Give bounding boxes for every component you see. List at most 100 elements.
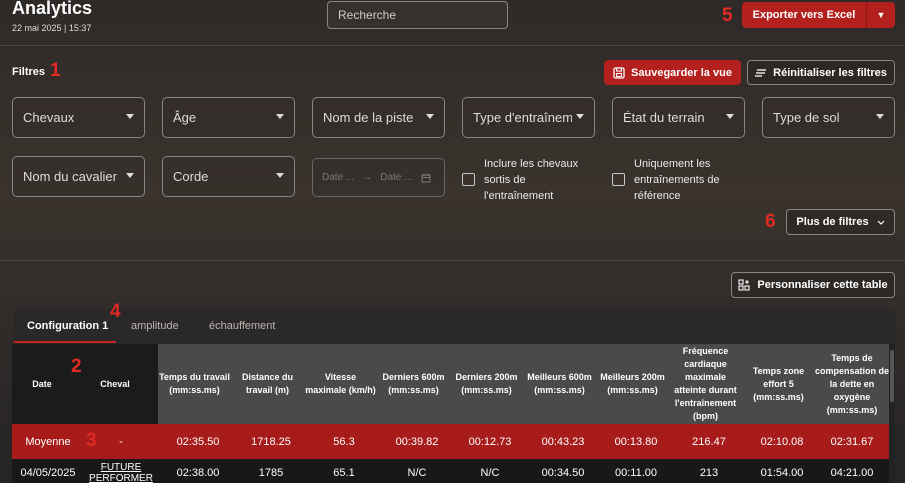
table-cell: 00:34.50 bbox=[541, 467, 585, 479]
annotation-marker-6: 6 bbox=[765, 211, 776, 232]
filter-lines-icon bbox=[755, 68, 767, 77]
table-cell: 00:39.82 bbox=[395, 435, 439, 448]
annotation-marker-3: 3 bbox=[86, 430, 97, 451]
table-scrollbar-thumb[interactable] bbox=[890, 350, 894, 402]
table-cell: 56.3 bbox=[333, 435, 355, 448]
select-etat-terrain[interactable]: État du terrain bbox=[612, 97, 745, 138]
column-header[interactable]: Temps du travail (mm:ss.ms) bbox=[158, 344, 231, 424]
caret-down-icon bbox=[426, 114, 434, 119]
column-header[interactable]: Temps zone effort 5 (mm:ss.ms) bbox=[742, 344, 815, 424]
select-chevaux[interactable]: Chevaux bbox=[12, 97, 145, 138]
select-label: Corde bbox=[173, 169, 209, 184]
page-datetime: 22 mai 2025 | 15:37 bbox=[12, 23, 92, 33]
calendar-icon bbox=[421, 173, 430, 182]
table-cell: 02:35.50 bbox=[176, 435, 220, 448]
table-cell: 00:11.00 bbox=[614, 467, 657, 479]
reset-filters-label: Réinitialiser les filtres bbox=[773, 66, 887, 79]
table-cell: 00:13.80 bbox=[614, 435, 658, 448]
column-header[interactable]: Fréquence cardiaque maximale atteinte du… bbox=[669, 344, 742, 424]
table-cell: 01:54.00 bbox=[760, 467, 804, 479]
annotation-marker-2: 2 bbox=[71, 356, 82, 377]
table-cell: 02:31.67 bbox=[830, 435, 874, 448]
column-header[interactable]: Meilleurs 600m (mm:ss.ms) bbox=[523, 344, 596, 424]
tab-configuration-1[interactable]: Configuration 1 bbox=[27, 320, 108, 332]
select-type-sol[interactable]: Type de sol bbox=[762, 97, 895, 138]
select-label: Nom de la piste bbox=[323, 110, 414, 125]
select-label: Âge bbox=[173, 110, 197, 125]
caret-down-icon bbox=[276, 173, 284, 178]
select-label: État du terrain bbox=[623, 110, 705, 125]
header-divider bbox=[0, 45, 905, 46]
table-cell: 1785 bbox=[258, 467, 284, 479]
table-cell: N/C bbox=[407, 467, 427, 479]
caret-down-icon bbox=[126, 173, 134, 178]
table-cell: 65.1 bbox=[333, 467, 355, 479]
chevron-down-icon bbox=[877, 220, 884, 225]
annotation-marker-1: 1 bbox=[50, 60, 61, 81]
table-cell: 02:10.08 bbox=[760, 435, 804, 448]
select-label: Chevaux bbox=[23, 110, 75, 125]
table-cell: 04:21.00 bbox=[830, 467, 874, 479]
caret-down-icon bbox=[876, 114, 884, 119]
column-header[interactable]: Distance du travail (m) bbox=[231, 344, 304, 424]
export-excel-button[interactable]: Exporter vers Excel bbox=[742, 2, 866, 28]
table-cell: 1718.25 bbox=[251, 435, 291, 448]
column-header[interactable]: Derniers 200m (mm:ss.ms) bbox=[450, 344, 523, 424]
caret-down-icon bbox=[576, 114, 584, 119]
table-cell: 216.47 bbox=[692, 435, 726, 448]
annotation-marker-4: 4 bbox=[110, 301, 121, 322]
select-age[interactable]: Âge bbox=[162, 97, 295, 138]
save-view-button[interactable]: Sauvegarder la vue bbox=[604, 60, 741, 85]
column-header[interactable]: Meilleurs 200m (mm:ss.ms) bbox=[596, 344, 669, 424]
table-cell: 02:38.00 bbox=[176, 467, 220, 479]
date-end-field[interactable]: Date ... bbox=[380, 172, 412, 183]
search-input[interactable] bbox=[327, 1, 508, 29]
tab-echauffement[interactable]: échauffement bbox=[209, 320, 275, 332]
customize-table-label: Personnaliser cette table bbox=[757, 279, 888, 291]
floppy-disk-icon bbox=[613, 66, 625, 79]
reference-only-label: Uniquement les entraînements de référenc… bbox=[634, 158, 720, 202]
average-label: Moyenne bbox=[25, 435, 71, 448]
horse-link[interactable]: FUTURE PERFORMER bbox=[84, 461, 158, 483]
table-cell: 00:12.73 bbox=[468, 435, 512, 448]
active-tab-indicator bbox=[14, 341, 116, 343]
column-header[interactable]: Vitesse maximale (km/h) bbox=[304, 344, 377, 424]
grid-settings-icon bbox=[738, 279, 750, 291]
select-cavalier[interactable]: Nom du cavalier bbox=[12, 156, 145, 197]
arrow-right-icon: → bbox=[362, 172, 373, 183]
select-type-entrainement[interactable]: Type d'entraînement bbox=[462, 97, 595, 138]
select-corde[interactable]: Corde bbox=[162, 156, 295, 197]
select-label: Nom du cavalier bbox=[23, 169, 117, 184]
annotation-marker-5: 5 bbox=[722, 5, 733, 26]
table-cell: 00:43.23 bbox=[541, 435, 585, 448]
table-cell: - bbox=[119, 435, 123, 448]
date-range-picker[interactable]: Date ... → Date ... bbox=[312, 158, 445, 197]
include-out-horses-label: Inclure les chevaux sortis de l'entraîne… bbox=[484, 158, 579, 202]
reset-filters-button[interactable]: Réinitialiser les filtres bbox=[747, 60, 895, 85]
tab-amplitude[interactable]: amplitude bbox=[131, 320, 179, 332]
filters-label: Filtres bbox=[12, 66, 46, 78]
select-label: Type de sol bbox=[773, 110, 840, 125]
select-label: Type d'entraînement bbox=[473, 110, 572, 125]
column-header-date[interactable]: Date bbox=[12, 344, 72, 424]
include-out-horses-checkbox[interactable] bbox=[462, 173, 475, 186]
customize-table-button[interactable]: Personnaliser cette table bbox=[731, 272, 895, 298]
save-view-label: Sauvegarder la vue bbox=[631, 66, 732, 79]
filters-divider bbox=[0, 260, 905, 261]
select-piste[interactable]: Nom de la piste bbox=[312, 97, 445, 138]
table-cell-date: 04/05/2025 bbox=[20, 467, 76, 479]
date-start-field[interactable]: Date ... bbox=[322, 172, 354, 183]
table-cell: N/C bbox=[480, 467, 500, 479]
table-cell: 213 bbox=[699, 467, 719, 479]
export-options-button[interactable]: ▼ bbox=[866, 2, 895, 28]
reference-only-checkbox[interactable] bbox=[612, 173, 625, 186]
column-header[interactable]: Temps de compensation de la dette en oxy… bbox=[815, 344, 889, 424]
caret-down-icon bbox=[726, 114, 734, 119]
caret-down-icon bbox=[276, 114, 284, 119]
caret-down-icon bbox=[126, 114, 134, 119]
column-header[interactable]: Derniers 600m (mm:ss.ms) bbox=[377, 344, 450, 424]
page-title: Analytics bbox=[12, 0, 93, 18]
column-header-cheval[interactable]: Cheval bbox=[72, 344, 158, 424]
more-filters-button[interactable]: Plus de filtres bbox=[786, 209, 895, 235]
more-filters-label: Plus de filtres bbox=[796, 216, 869, 228]
